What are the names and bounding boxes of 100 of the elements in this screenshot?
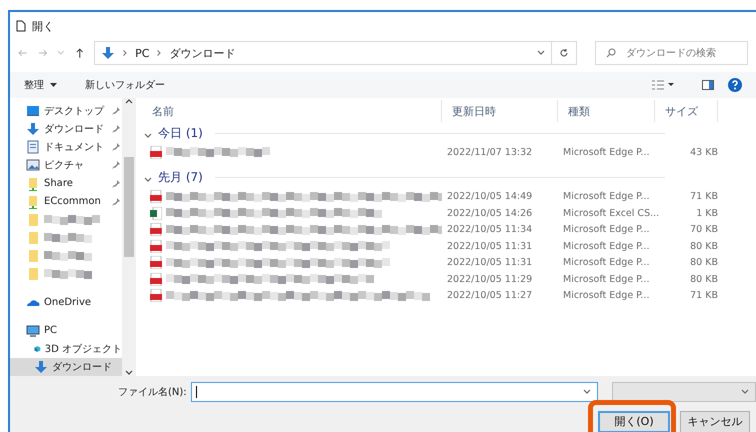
document-icon xyxy=(16,20,26,32)
download-arrow-icon xyxy=(26,122,40,136)
pin-icon xyxy=(112,198,120,206)
chevron-icon xyxy=(583,389,592,395)
pin-icon xyxy=(112,125,120,134)
filename-field[interactable] xyxy=(190,382,598,402)
up-arrow-icon[interactable] xyxy=(74,48,84,58)
file-type-dropdown[interactable] xyxy=(612,382,756,402)
pin-icon xyxy=(112,180,120,188)
type-cell-text: Microsoft Edge P... xyxy=(562,191,650,202)
scroll-down-icon xyxy=(125,370,133,376)
scroll-up-icon xyxy=(125,98,133,104)
size-cell-text: 71 KB xyxy=(689,191,718,202)
date-cell-text: 2022/11/07 13:32 xyxy=(446,146,534,158)
monitor-icon xyxy=(26,104,40,118)
pin-icon xyxy=(112,107,120,116)
address-bar[interactable]: PC ダウンロード xyxy=(94,41,552,65)
sidebar-item[interactable]: OneDrive xyxy=(44,296,92,308)
date-cell-text: 2022/10/05 11:29 xyxy=(446,274,534,285)
caret-icon xyxy=(50,83,57,87)
download-arrow-icon xyxy=(34,360,48,374)
date-cell-text: 2022/10/05 11:31 xyxy=(446,240,534,252)
sidebar-item[interactable]: Share xyxy=(44,178,73,190)
column-header[interactable]: サイズ xyxy=(655,100,718,122)
sidebar-item[interactable]: 3D オブジェクト xyxy=(44,342,122,356)
type-cell-text: Microsoft Edge P... xyxy=(562,146,650,158)
sidebar-item[interactable]: ピクチャ xyxy=(44,158,84,172)
date-cell-text: 2022/10/05 14:26 xyxy=(446,208,534,219)
date-cell-text: 2022/10/05 11:34 xyxy=(446,224,534,236)
sidebar-item[interactable]: ECcommon xyxy=(44,196,101,208)
pin-icon xyxy=(112,143,120,152)
sidebar-item[interactable]: PC xyxy=(44,325,58,336)
column-header[interactable]: 名前 xyxy=(142,100,442,122)
sidebar-item[interactable]: ドキュメント xyxy=(44,140,104,154)
type-cell-text: Microsoft Edge P... xyxy=(562,224,650,236)
filename-label: ファイル名(N): xyxy=(118,386,187,399)
computer-icon xyxy=(26,324,40,338)
folder-icon xyxy=(26,231,40,246)
refresh-icon xyxy=(558,48,569,58)
document-icon xyxy=(26,140,40,154)
sidebar-item[interactable]: ダウンロード xyxy=(52,360,112,374)
sidebar-item[interactable]: ダウンロード xyxy=(44,122,104,136)
cancel-button[interactable]: キャンセル xyxy=(680,410,750,432)
size-cell-text: 43 KB xyxy=(689,146,718,158)
date-cell-text: 2022/10/05 11:31 xyxy=(446,257,534,268)
folder-icon xyxy=(26,212,40,227)
date-cell-text: 2022/10/05 11:27 xyxy=(446,290,534,302)
pdf-file-icon xyxy=(150,256,162,270)
date-cell-text: 2022/10/05 14:49 xyxy=(446,191,534,202)
pdf-file-icon xyxy=(150,223,162,236)
chevron-icon xyxy=(741,389,749,395)
search-icon xyxy=(606,48,616,58)
organize-menu[interactable]: 整理 xyxy=(24,78,44,92)
network-folder-icon xyxy=(26,194,40,209)
scroll-thumb[interactable] xyxy=(124,157,134,257)
chevron-right-icon[interactable] xyxy=(123,50,128,56)
size-cell-text: 80 KB xyxy=(689,274,718,285)
pdf-file-icon xyxy=(150,190,162,204)
type-cell-text: Microsoft Edge P... xyxy=(562,257,650,268)
open-button[interactable]: 開く(O) xyxy=(598,410,670,432)
refresh-button[interactable] xyxy=(552,41,577,65)
new-folder-button[interactable]: 新しいフォルダー xyxy=(85,78,165,92)
pdf-file-icon xyxy=(150,289,162,302)
chevron-right-icon[interactable] xyxy=(157,50,162,56)
size-cell-text: 80 KB xyxy=(689,257,718,268)
scrollbar[interactable] xyxy=(122,98,136,376)
pdf-file-icon xyxy=(150,240,162,253)
spreadsheet-file-icon xyxy=(150,206,162,220)
network-folder-icon xyxy=(26,176,40,191)
dropdown-chevron-icon xyxy=(537,50,546,56)
picture-icon xyxy=(26,158,40,172)
view-options-icon[interactable] xyxy=(652,80,674,90)
breadcrumb[interactable]: ダウンロード xyxy=(169,46,236,60)
help-icon[interactable] xyxy=(728,78,742,92)
pin-icon xyxy=(112,161,120,170)
sidebar-item[interactable]: デスクトップ xyxy=(44,104,104,118)
folder-icon xyxy=(26,249,40,264)
type-cell-text: Microsoft Edge P... xyxy=(562,240,650,252)
type-cell-text: Microsoft Edge P... xyxy=(562,274,650,285)
breadcrumb[interactable]: PC xyxy=(135,46,150,60)
preview-pane-icon[interactable] xyxy=(702,80,714,90)
group-title[interactable]: 今日 (1) xyxy=(158,124,203,142)
history-chevron-icon xyxy=(57,50,65,56)
search-field[interactable]: ダウンロードの検索 xyxy=(594,41,748,65)
size-cell-text: 80 KB xyxy=(689,240,718,252)
type-cell-text: Microsoft Edge P... xyxy=(562,290,650,302)
group-chevron-icon xyxy=(144,177,152,183)
column-header[interactable]: 更新日時 xyxy=(442,100,558,122)
selected-sidebar-item[interactable]: ダウンロード xyxy=(10,358,122,376)
download-arrow-icon xyxy=(101,46,116,60)
group-chevron-icon xyxy=(144,132,152,138)
pdf-file-icon xyxy=(150,146,162,159)
size-cell-text: 71 KB xyxy=(689,290,718,302)
size-cell-text: 70 KB xyxy=(689,224,718,236)
group-title[interactable]: 先月 (7) xyxy=(158,169,203,186)
folder-icon xyxy=(26,267,40,282)
blurred-folder-name xyxy=(44,269,94,280)
window-title: 開く xyxy=(32,18,54,34)
pdf-file-icon xyxy=(150,272,162,286)
column-header[interactable]: 種類 xyxy=(558,100,655,122)
